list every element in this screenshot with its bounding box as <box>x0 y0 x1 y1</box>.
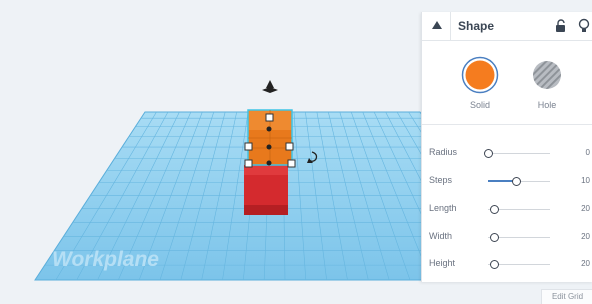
hole-label: Hole <box>537 100 557 110</box>
width-label: Width <box>429 231 453 241</box>
width-value[interactable]: 20 <box>581 232 590 241</box>
height-slider-knob[interactable] <box>490 260 500 269</box>
header-divider <box>450 12 451 40</box>
view-cube-arrows-icon[interactable] <box>262 80 278 93</box>
steps-value[interactable]: 10 <box>581 176 590 185</box>
workplane-label: Workplane <box>52 248 159 271</box>
lightbulb-icon[interactable] <box>578 18 590 34</box>
lock-icon[interactable] <box>555 19 566 33</box>
height-label: Height <box>429 258 456 268</box>
hole-swatch[interactable] <box>532 60 562 90</box>
steps-slider-knob[interactable] <box>511 177 521 186</box>
panel-title: Shape <box>458 19 495 33</box>
radius-slider-track[interactable] <box>488 153 550 154</box>
length-value[interactable]: 20 <box>581 204 590 213</box>
collapse-triangle-icon[interactable] <box>431 20 443 30</box>
shape-panel-header: Shape <box>422 12 592 41</box>
panel-divider <box>422 124 592 125</box>
length-slider-knob[interactable] <box>490 205 500 214</box>
edit-grid-button[interactable]: Edit Grid <box>541 289 592 304</box>
red-box-shape[interactable] <box>244 165 288 215</box>
height-value[interactable]: 20 <box>581 259 590 268</box>
radius-value[interactable]: 0 <box>586 148 590 157</box>
width-slider-knob[interactable] <box>490 233 500 242</box>
steps-label: Steps <box>429 175 453 185</box>
radius-slider-knob[interactable] <box>484 149 493 158</box>
solid-label: Solid <box>469 100 490 110</box>
solid-color-swatch[interactable] <box>461 56 499 94</box>
radius-label: Radius <box>429 147 458 157</box>
shape-panel: Shape Solid Hole Radius 0 Steps 10 Lengt… <box>421 12 592 282</box>
length-label: Length <box>429 203 457 213</box>
